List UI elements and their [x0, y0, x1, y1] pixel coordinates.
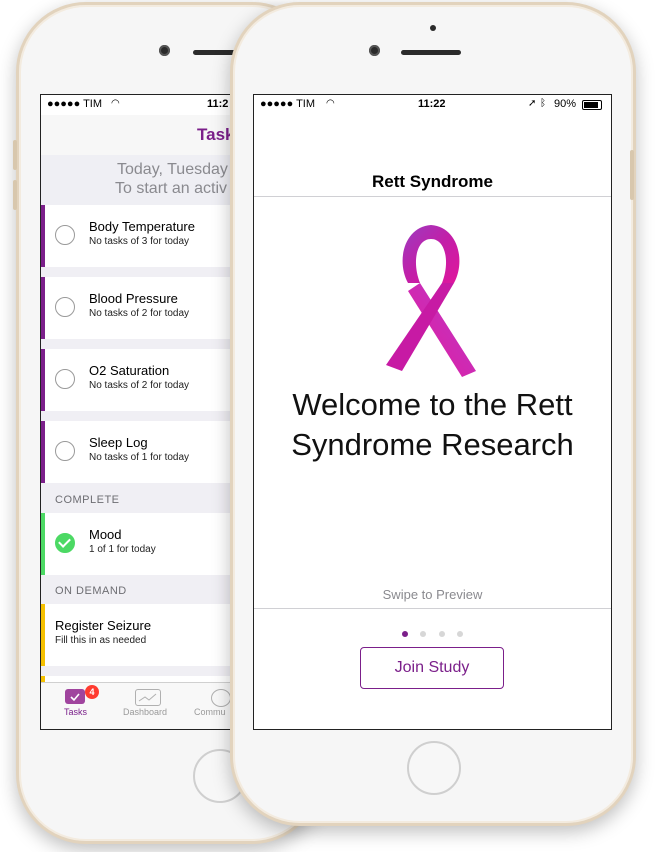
carrier-label: ●●●●● TIM	[47, 98, 103, 110]
nav-title: Task	[197, 125, 235, 144]
today-header: Today, Tuesday To start an activ	[41, 155, 241, 205]
task-color-bar	[41, 604, 45, 666]
tasks-icon	[65, 689, 85, 704]
front-phone-screen: ●●●●● TIM ◠ 11:22 ➚ ᛒ 90% Rett Syndrome …	[253, 94, 612, 730]
task-subtitle: No tasks of 2 for today	[89, 380, 190, 391]
nav-bar: Task	[41, 115, 241, 156]
home-button[interactable]	[407, 741, 461, 795]
today-date: Today, Tuesday	[117, 161, 228, 178]
task-subtitle: 1 of 1 for today	[89, 544, 156, 555]
status-time: 11:22	[418, 98, 446, 110]
dashboard-icon	[135, 689, 161, 706]
tab-dashboard-label: Dashboard	[123, 707, 168, 717]
task-color-bar	[41, 513, 45, 575]
tasks-badge: 4	[85, 685, 99, 699]
location-arrow-icon: ➚	[528, 98, 537, 109]
task-color-bar	[41, 349, 45, 411]
task-title: Register Seizure	[55, 618, 152, 633]
volume-up-button	[13, 140, 17, 170]
task-color-bar	[41, 277, 45, 339]
back-phone-screen: ●●●●● TIM ◠ 11:2 Task Today, Tuesday To …	[40, 94, 242, 730]
page-dot-active[interactable]	[401, 631, 408, 637]
front-camera-icon	[159, 45, 170, 56]
task-row-sleep-log[interactable]: Sleep Log No tasks of 1 for today	[41, 421, 241, 483]
welcome-line-1: Welcome to the Rett	[292, 387, 573, 422]
front-camera-icon	[369, 45, 380, 56]
status-bar: ●●●●● TIM ◠ 11:2	[41, 95, 241, 115]
task-row-body-temperature[interactable]: Body Temperature No tasks of 3 for today	[41, 205, 241, 267]
page-dot[interactable]	[438, 631, 445, 637]
page-dot[interactable]	[420, 631, 427, 637]
task-subtitle: Fill this in as needed	[55, 635, 147, 646]
wifi-icon: ◠	[326, 98, 335, 109]
task-title: Mood	[89, 527, 122, 542]
tab-dashboard[interactable]: Dashboard	[121, 683, 181, 729]
swipe-hint: Swipe to Preview	[382, 587, 483, 602]
today-instruction: To start an activ	[115, 180, 228, 197]
title-divider	[254, 196, 611, 197]
task-title: Body Temperature	[89, 219, 195, 234]
task-row-register-seizure[interactable]: Register Seizure Fill this in as needed	[41, 604, 241, 666]
battery-percent: 90%	[554, 98, 577, 110]
page-title: Rett Syndrome	[372, 172, 493, 191]
task-color-bar	[41, 421, 45, 483]
proximity-sensor-dot	[430, 25, 436, 31]
task-title: O2 Saturation	[89, 363, 170, 378]
task-title: Sleep Log	[89, 435, 148, 450]
task-color-bar	[41, 205, 45, 267]
community-icon	[211, 689, 231, 707]
tab-community-label: Commu	[194, 707, 226, 717]
page-dot[interactable]	[457, 631, 464, 637]
tab-bar: 4 Tasks Dashboard Commu	[41, 682, 241, 729]
task-status-circle-icon	[55, 441, 75, 461]
bluetooth-icon: ᛒ	[540, 98, 546, 109]
task-status-circle-icon	[55, 369, 75, 389]
welcome-heading: Welcome to the Rett Syndrome Research	[254, 385, 611, 465]
page-indicator[interactable]	[254, 624, 611, 637]
on-demand-section-header: ON DEMAND	[55, 585, 127, 597]
tab-tasks[interactable]: 4 Tasks	[55, 683, 99, 729]
task-subtitle: No tasks of 2 for today	[89, 308, 190, 319]
task-row-o2-saturation[interactable]: O2 Saturation No tasks of 2 for today	[41, 349, 241, 411]
task-row-mood[interactable]: Mood 1 of 1 for today	[41, 513, 241, 575]
welcome-line-2: Syndrome Research	[291, 427, 574, 462]
complete-section-header: COMPLETE	[55, 494, 120, 506]
power-button	[630, 150, 634, 200]
join-study-button[interactable]: Join Study	[360, 647, 504, 689]
task-subtitle: No tasks of 1 for today	[89, 452, 190, 463]
carrier-label: ●●●●● TIM	[260, 98, 316, 110]
bottom-divider	[254, 608, 611, 609]
task-subtitle: No tasks of 3 for today	[89, 236, 190, 247]
awareness-ribbon-icon	[386, 225, 476, 377]
status-time: 11:2	[207, 98, 229, 110]
tab-tasks-label: Tasks	[64, 707, 88, 717]
status-bar: ●●●●● TIM ◠ 11:22 ➚ ᛒ 90%	[254, 95, 611, 115]
task-status-circle-icon	[55, 297, 75, 317]
task-row-blood-pressure[interactable]: Blood Pressure No tasks of 2 for today	[41, 277, 241, 339]
earpiece-speaker	[401, 50, 461, 55]
volume-down-button	[13, 180, 17, 210]
battery-icon	[582, 100, 602, 110]
task-title: Blood Pressure	[89, 291, 178, 306]
checkmark-circle-icon	[55, 533, 75, 553]
task-status-circle-icon	[55, 225, 75, 245]
wifi-icon: ◠	[111, 98, 120, 109]
